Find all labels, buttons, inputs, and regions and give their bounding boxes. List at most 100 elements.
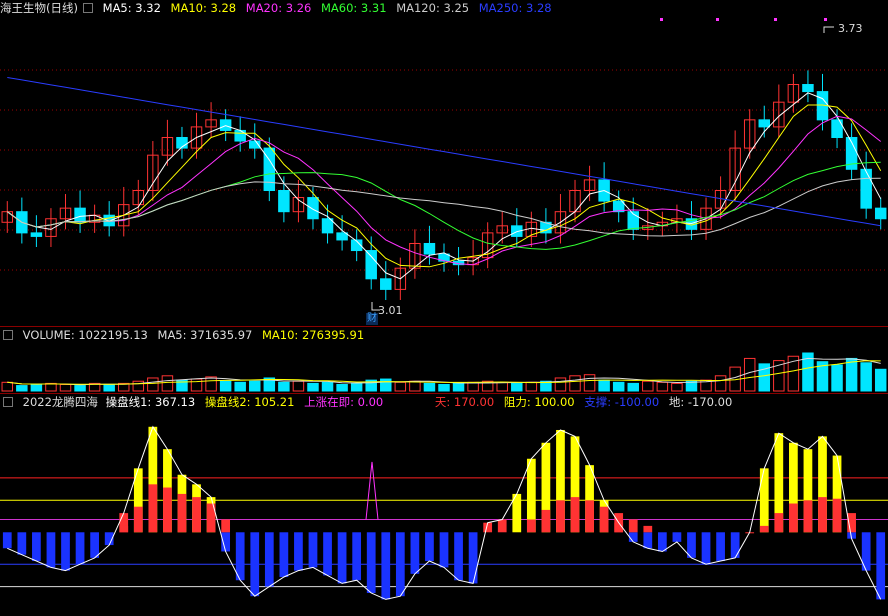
ma10-label: MA10: 3.28	[170, 1, 237, 15]
line2-bar	[643, 525, 653, 533]
volume-bar	[874, 368, 887, 392]
indicator-bar	[294, 532, 303, 571]
signal-dot	[824, 18, 827, 21]
candle-body	[30, 232, 43, 237]
volume-bar	[569, 375, 581, 392]
volume-bar	[59, 383, 72, 392]
high-marker	[823, 26, 834, 33]
volume-bar	[249, 380, 261, 392]
line2-bar	[526, 519, 536, 533]
indicator-bar	[759, 468, 769, 533]
line2-bar	[192, 497, 201, 533]
di-label: 地: -170.00	[668, 395, 733, 409]
indicator-bar	[643, 532, 653, 549]
high-price-label: 3.73	[838, 22, 863, 35]
volume-bar	[496, 381, 508, 392]
line2-bar	[221, 519, 231, 533]
volume-ma5: MA5: 371635.97	[157, 328, 253, 342]
indicator-bar	[410, 532, 420, 574]
candle-body	[874, 207, 887, 220]
rising-signal-spike	[365, 461, 379, 520]
volume-bar	[511, 382, 523, 392]
line2-bar	[628, 519, 638, 533]
indicator-bar	[308, 532, 318, 568]
finance-badge[interactable]: 财	[366, 313, 378, 325]
low-price-label: 3.01	[378, 304, 403, 317]
legend-box[interactable]	[3, 397, 13, 407]
indicator-chart[interactable]	[0, 394, 888, 616]
candle-body	[365, 250, 377, 280]
indicator-bar	[264, 532, 274, 587]
indicator-bar	[2, 532, 12, 549]
volume-bar	[132, 380, 145, 392]
volume-pane[interactable]: VOLUME: 1022195.13 MA5: 371635.97 MA10: …	[0, 327, 888, 393]
line2-bar	[803, 500, 813, 533]
volume-bar	[219, 380, 232, 392]
candle-body	[758, 119, 771, 128]
legend-box[interactable]	[3, 330, 13, 340]
line2-bar	[832, 498, 842, 533]
volume-bar	[103, 383, 115, 392]
volume-bar	[860, 362, 872, 392]
volume-bar	[292, 380, 305, 392]
line2-bar	[163, 487, 172, 533]
volume-bar	[714, 375, 727, 392]
volume-bar	[161, 375, 174, 392]
ma120-label: MA120: 3.25	[396, 1, 470, 15]
indicator-bar	[323, 532, 332, 576]
volume-bar	[598, 379, 610, 392]
candle-body	[307, 197, 319, 220]
line2-bar	[818, 497, 827, 533]
indicator-bar	[366, 532, 376, 594]
legend-box[interactable]	[82, 3, 93, 13]
volume-bar	[423, 382, 436, 392]
indicator-bar	[439, 532, 449, 568]
zuli-label: 阻力: 100.00	[503, 395, 575, 409]
volume-bar	[321, 381, 334, 392]
candle-body	[860, 168, 872, 209]
volume-bar	[394, 381, 407, 392]
indicator-bar	[61, 532, 70, 571]
price-pane[interactable]: 海王生物(日线) MA5: 3.32 MA10: 3.28 MA20: 3.26…	[0, 0, 888, 326]
signal-dot	[660, 18, 663, 21]
indicator-bar	[657, 532, 667, 552]
candle-body	[278, 189, 290, 213]
volume-bar	[380, 378, 392, 392]
volume-title: VOLUME: 1022195.13	[22, 328, 148, 342]
candle-body	[336, 232, 348, 241]
volume-bar	[234, 381, 246, 392]
volume-bar	[307, 382, 319, 392]
candle-body	[74, 207, 86, 223]
tian-label: 天: 170.00	[434, 395, 495, 409]
indicator-pane[interactable]: 2022龙腾四海 操盘线1: 367.13 操盘线2: 105.21 上涨在即:…	[0, 394, 888, 616]
indicator-bar	[32, 532, 41, 562]
indicator-bar	[90, 532, 99, 558]
volume-bar	[743, 357, 756, 392]
price-chart[interactable]	[0, 0, 888, 326]
indicator-bar	[250, 532, 260, 597]
candle-body	[219, 119, 232, 131]
line2-bar	[570, 497, 580, 533]
volume-bar	[642, 380, 654, 392]
volume-bar	[336, 383, 348, 392]
line2-bar	[585, 500, 594, 533]
line2-bar	[133, 506, 143, 533]
indicator-bar	[497, 519, 507, 533]
candle-body	[321, 218, 334, 234]
indicator-bar	[279, 532, 289, 578]
line2-bar	[541, 509, 551, 533]
indicator-legend: 2022龙腾四海 操盘线1: 367.13 操盘线2: 105.21 上涨在即:…	[0, 394, 738, 410]
volume-bar	[467, 381, 479, 392]
volume-legend: VOLUME: 1022195.13 MA5: 371635.97 MA10: …	[0, 327, 370, 343]
volume-bar	[656, 381, 669, 392]
line1-label: 操盘线1: 367.13	[105, 395, 196, 409]
line2-bar	[148, 484, 158, 533]
volume-bar	[831, 364, 843, 392]
volume-bar	[845, 357, 858, 392]
volume-bar	[45, 382, 57, 392]
indicator-bar	[381, 532, 391, 600]
ma60-label: MA60: 3.31	[320, 1, 387, 15]
signal-dot	[716, 18, 719, 21]
candle-body	[802, 84, 814, 93]
ma5-label: MA5: 3.32	[102, 1, 161, 15]
